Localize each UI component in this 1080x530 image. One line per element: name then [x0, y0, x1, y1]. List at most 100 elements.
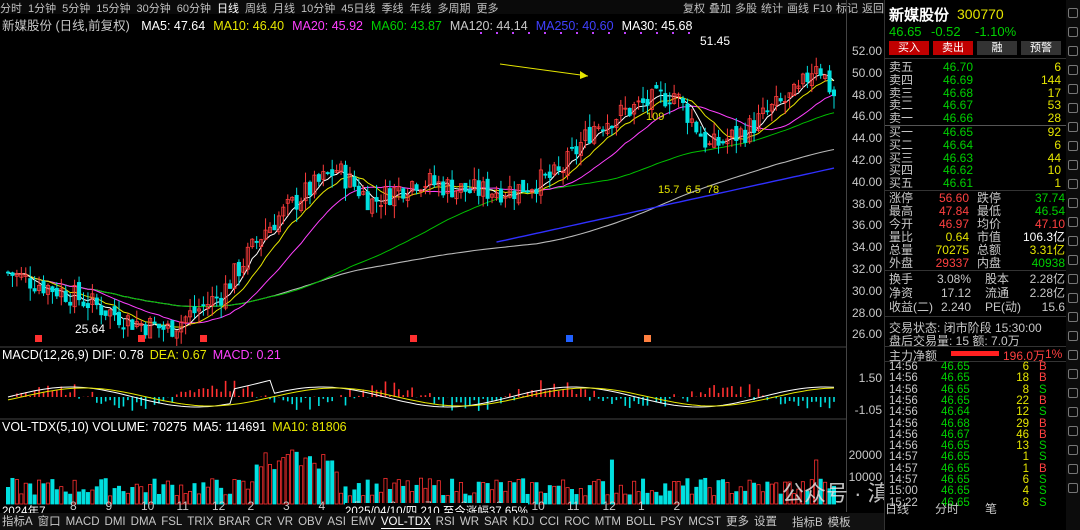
- side-tool-icon[interactable]: [1068, 46, 1078, 56]
- side-tool-icon[interactable]: [1068, 84, 1078, 94]
- side-tool-icon[interactable]: [1068, 407, 1078, 417]
- tool-4[interactable]: 画线: [787, 3, 809, 15]
- indicator-tab-17[interactable]: KDJ: [513, 516, 535, 528]
- indicator-tab-20[interactable]: MTM: [595, 516, 621, 528]
- indicator-tab-25[interactable]: 设置: [754, 516, 777, 528]
- trade-button-0[interactable]: 买入: [889, 41, 929, 55]
- side-tool-icon[interactable]: [1068, 236, 1078, 246]
- last-price: 46.65: [889, 24, 922, 39]
- volume-bar: [325, 460, 330, 505]
- tab-5[interactable]: 60分钟: [177, 3, 211, 15]
- side-tool-icon[interactable]: [1068, 103, 1078, 113]
- tab-10[interactable]: 45日线: [341, 3, 375, 15]
- side-tool-icon[interactable]: [1068, 255, 1078, 265]
- indicator-tab-16[interactable]: SAR: [484, 516, 508, 528]
- side-tool-icon[interactable]: [1068, 217, 1078, 227]
- side-tool-icon[interactable]: [1068, 179, 1078, 189]
- volume-bar: [658, 495, 663, 505]
- side-tool-icon[interactable]: [1068, 445, 1078, 455]
- side-tool-icon[interactable]: [1068, 293, 1078, 303]
- stat-key: 总额: [977, 243, 1002, 257]
- tab-7[interactable]: 周线: [245, 3, 267, 15]
- trade-button-2[interactable]: 融: [977, 41, 1017, 55]
- price-axis: 52.00 50.00 48.00 46.00 44.00 42.00 40.00 38.00…: [846, 0, 884, 512]
- tab-8[interactable]: 月线: [273, 3, 295, 15]
- volume-bar: [99, 479, 104, 505]
- tool-1[interactable]: 叠加: [709, 3, 731, 15]
- indicator-tab-6[interactable]: TRIX: [187, 516, 213, 528]
- indicator-tab-13[interactable]: VOL-TDX: [380, 516, 431, 529]
- indicator-tab-2[interactable]: MACD: [66, 516, 100, 528]
- tab-1[interactable]: 1分钟: [28, 3, 56, 15]
- indicator-tab-4[interactable]: DMA: [131, 516, 157, 528]
- indicator-b-0[interactable]: 指标B: [792, 517, 823, 529]
- indicator-tab-12[interactable]: EMV: [351, 516, 376, 528]
- side-tool-icon[interactable]: [1068, 65, 1078, 75]
- tab-0[interactable]: 分时: [0, 3, 22, 15]
- tab-13[interactable]: 多周期: [438, 3, 471, 15]
- side-tool-icon[interactable]: [1068, 160, 1078, 170]
- candle-body: [41, 280, 46, 294]
- marker-dot: [528, 32, 530, 34]
- side-tool-icon[interactable]: [1068, 122, 1078, 132]
- side-tool-icon[interactable]: [1068, 464, 1078, 474]
- side-tool-icon[interactable]: [1068, 274, 1078, 284]
- tool-3[interactable]: 统计: [761, 3, 783, 15]
- stat-key: 流通: [985, 286, 1010, 300]
- panel-tab-0[interactable]: 日线: [885, 500, 909, 517]
- indicator-tab-24[interactable]: 更多: [726, 516, 749, 528]
- kline-chart[interactable]: 891011122345678910111212: [0, 28, 846, 512]
- indicator-tab-5[interactable]: FSL: [161, 516, 182, 528]
- trade-button-3[interactable]: 预警: [1021, 41, 1061, 55]
- side-tool-icon[interactable]: [1068, 8, 1078, 18]
- side-tool-icon[interactable]: [1068, 141, 1078, 151]
- tick-time: 14:56: [889, 383, 918, 396]
- indicator-tab-15[interactable]: WR: [460, 516, 479, 528]
- panel-tab-2[interactable]: 笔: [985, 500, 997, 517]
- indicator-tab-22[interactable]: PSY: [660, 516, 683, 528]
- indicator-tab-18[interactable]: CCI: [539, 516, 559, 528]
- candle-body: [325, 172, 330, 174]
- side-tool-icon[interactable]: [1068, 331, 1078, 341]
- tab-12[interactable]: 年线: [410, 3, 432, 15]
- indicator-b-1[interactable]: 模板: [828, 517, 851, 529]
- volume-bar: [117, 485, 122, 505]
- indicator-tab-23[interactable]: MCST: [688, 516, 721, 528]
- trade-button-1[interactable]: 卖出: [933, 41, 973, 55]
- tool-2[interactable]: 多股: [735, 3, 757, 15]
- tab-6[interactable]: 日线: [217, 3, 239, 15]
- indicator-tab-9[interactable]: VR: [277, 516, 293, 528]
- indicator-tab-7[interactable]: BRAR: [219, 516, 251, 528]
- tab-4[interactable]: 30分钟: [137, 3, 171, 15]
- side-tool-icon[interactable]: [1068, 27, 1078, 37]
- tab-11[interactable]: 季线: [382, 3, 404, 15]
- tab-2[interactable]: 5分钟: [62, 3, 90, 15]
- side-tool-icon[interactable]: [1068, 483, 1078, 493]
- bid-row-price: 46.64: [942, 137, 973, 152]
- indicator-tab-11[interactable]: ASI: [327, 516, 346, 528]
- side-tool-icon[interactable]: [1068, 350, 1078, 360]
- ask-row-vol: 6: [1054, 60, 1061, 74]
- indicator-tab-19[interactable]: ROC: [564, 516, 590, 528]
- tab-3[interactable]: 15分钟: [96, 3, 130, 15]
- tab-14[interactable]: 更多: [477, 3, 499, 15]
- indicator-tab-10[interactable]: OBV: [298, 516, 322, 528]
- panel-tab-1[interactable]: 分时: [935, 500, 959, 517]
- indicator-tab-8[interactable]: CR: [255, 516, 272, 528]
- side-tool-icon[interactable]: [1068, 388, 1078, 398]
- tool-0[interactable]: 复权: [683, 3, 705, 15]
- indicator-tab-0[interactable]: 指标A: [2, 516, 33, 528]
- bid-row: 买一 46.65 92: [889, 126, 1061, 138]
- indicator-tab-21[interactable]: BOLL: [626, 516, 655, 528]
- side-tool-icon[interactable]: [1068, 312, 1078, 322]
- indicator-tab-1[interactable]: 窗口: [38, 516, 61, 528]
- indicator-tab-3[interactable]: DMI: [105, 516, 126, 528]
- tab-9[interactable]: 10分钟: [301, 3, 335, 15]
- candle-body: [574, 146, 579, 155]
- tool-5[interactable]: F10: [813, 3, 832, 15]
- indicator-tab-14[interactable]: RSI: [436, 516, 455, 528]
- side-tool-icon[interactable]: [1068, 426, 1078, 436]
- side-tool-icon[interactable]: [1068, 369, 1078, 379]
- side-tool-icon[interactable]: [1068, 198, 1078, 208]
- candle-body: [254, 240, 259, 243]
